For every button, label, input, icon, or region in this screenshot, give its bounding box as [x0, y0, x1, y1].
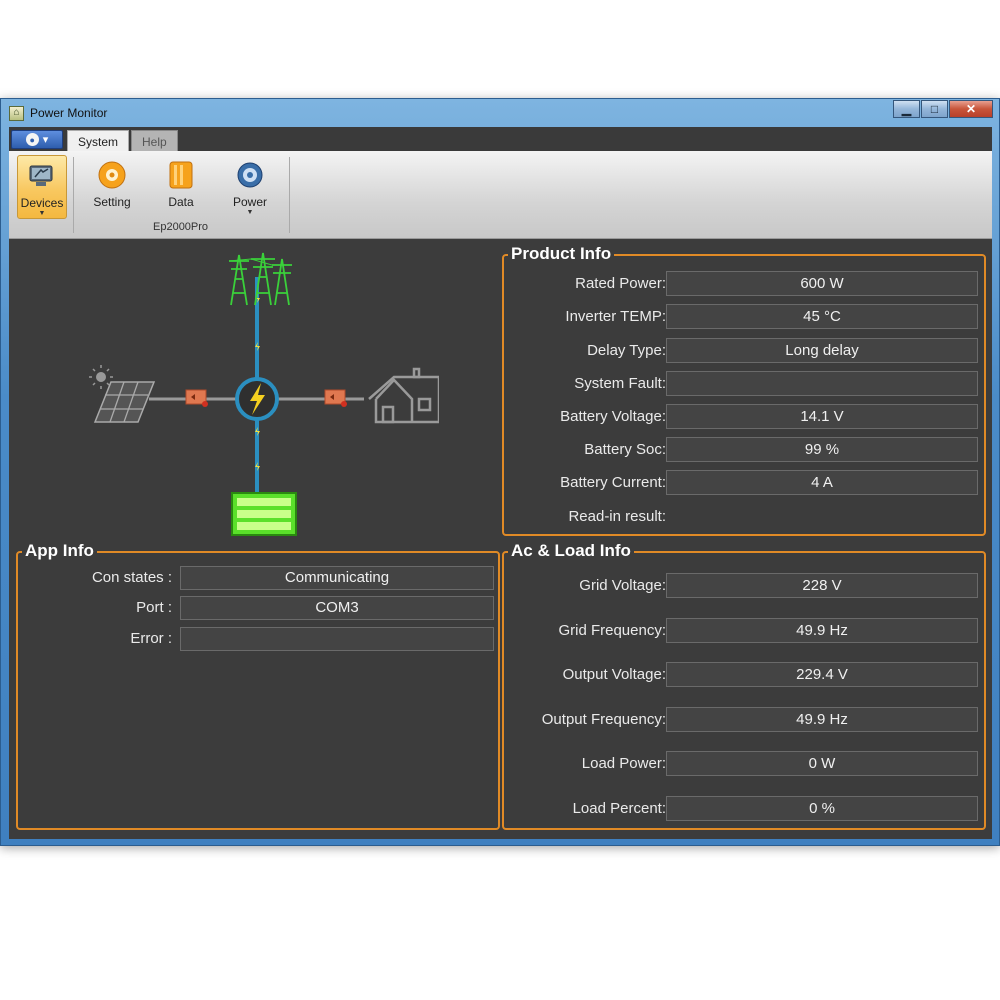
- ac-load-info-panel: Ac & Load Info Grid Voltage: 228 V Grid …: [502, 541, 986, 830]
- battery-soc-label: Battery Soc:: [584, 441, 666, 458]
- house-icon: [368, 367, 439, 424]
- gear-icon: [96, 159, 128, 191]
- tab-system[interactable]: System: [67, 130, 130, 151]
- client-area: ● ▾ System Help Devices ▼ Setting Data P…: [9, 127, 992, 839]
- read-in-result-label: Read-in result:: [568, 508, 666, 525]
- info-row: Port : COM3: [18, 596, 498, 620]
- data-button[interactable]: Data: [156, 155, 206, 219]
- con-states-label: Con states :: [91, 569, 172, 586]
- error-value: [180, 627, 494, 651]
- info-row: Rated Power: 600 W: [504, 271, 984, 296]
- devices-caret-icon: ▼: [38, 210, 46, 217]
- info-row: Read-in result:: [504, 504, 984, 529]
- info-row: Battery Soc: 99 %: [504, 437, 984, 462]
- battery-soc-value: 99 %: [666, 437, 978, 462]
- info-row: Grid Frequency: 49.9 Hz: [504, 618, 984, 643]
- app-window: ⌂ Power Monitor ▁ □ ✕ ● ▾ System Help De…: [0, 98, 1000, 846]
- app-info-title: App Info: [22, 541, 97, 561]
- app-menu-icon: ●: [25, 133, 39, 146]
- load-power-label: Load Power:: [581, 755, 666, 772]
- port-value: COM3: [180, 596, 494, 620]
- power-tower-icon: [228, 252, 292, 306]
- output-voltage-label: Output Voltage:: [562, 666, 666, 683]
- ac-load-info-title: Ac & Load Info: [508, 541, 634, 561]
- maximize-button[interactable]: □: [921, 100, 948, 118]
- battery-voltage-value: 14.1 V: [666, 404, 978, 429]
- output-voltage-value: 229.4 V: [666, 662, 978, 687]
- info-row: System Fault:: [504, 371, 984, 396]
- battery-icon: [231, 492, 297, 536]
- rated-power-label: Rated Power:: [575, 275, 666, 292]
- product-info-panel: Product Info Rated Power: 600 W Inverter…: [502, 244, 986, 536]
- close-button[interactable]: ✕: [949, 100, 993, 118]
- power-label: Power: [232, 195, 267, 209]
- load-percent-value: 0 %: [666, 796, 978, 821]
- battery-current-label: Battery Current:: [560, 474, 666, 491]
- load-percent-label: Load Percent:: [572, 800, 666, 817]
- ribbon-separator: [73, 157, 74, 233]
- delay-type-value: Long delay: [666, 338, 978, 363]
- product-info-title: Product Info: [508, 244, 615, 264]
- con-states-value: Communicating: [180, 566, 494, 590]
- ribbon-separator: [289, 157, 290, 233]
- info-row: Battery Voltage: 14.1 V: [504, 404, 984, 429]
- delay-type-label: Delay Type:: [587, 342, 666, 359]
- info-row: Battery Current: 4 A: [504, 470, 984, 495]
- rated-power-value: 600 W: [666, 271, 978, 296]
- grid-voltage-value: 228 V: [666, 573, 978, 598]
- setting-label: Setting: [93, 195, 131, 209]
- controller-icon: [185, 389, 208, 407]
- devices-label: Devices: [20, 196, 64, 210]
- setting-button[interactable]: Setting: [87, 155, 137, 219]
- info-row: Output Voltage: 229.4 V: [504, 662, 984, 687]
- power-gear-icon: [234, 159, 266, 191]
- data-label: Data: [168, 195, 194, 209]
- solar-panel-icon: [89, 365, 156, 423]
- info-row: Load Percent: 0 %: [504, 796, 984, 821]
- grid-frequency-label: Grid Frequency:: [558, 622, 666, 639]
- ribbon-tabs: ● ▾ System Help: [9, 127, 992, 151]
- info-row: Output Frequency: 49.9 Hz: [504, 707, 984, 732]
- power-button[interactable]: Power ▼: [225, 155, 275, 219]
- system-fault-value: [666, 371, 978, 396]
- inverter-temp-label: Inverter TEMP:: [565, 308, 666, 325]
- window-controls: ▁ □ ✕: [892, 100, 993, 118]
- info-row: Delay Type: Long delay: [504, 338, 984, 363]
- info-row: Error :: [18, 627, 498, 651]
- battery-current-value: 4 A: [666, 470, 978, 495]
- output-frequency-value: 49.9 Hz: [666, 707, 978, 732]
- ribbon-group-label: Ep2000Pro: [153, 221, 209, 233]
- controller-icon: [324, 389, 347, 407]
- minimize-button[interactable]: ▁: [893, 100, 920, 118]
- inverter-temp-value: 45 °C: [666, 304, 978, 329]
- devices-button[interactable]: Devices ▼: [17, 155, 67, 219]
- error-label: Error :: [130, 630, 172, 647]
- info-row: Inverter TEMP: 45 °C: [504, 304, 984, 329]
- info-row: Grid Voltage: 228 V: [504, 573, 984, 598]
- grid-voltage-label: Grid Voltage:: [579, 577, 666, 594]
- app-icon: ⌂: [9, 105, 24, 121]
- inverter-lightning-icon: [235, 377, 279, 421]
- ribbon-toolbar: Devices ▼ Setting Data Power ▼ Ep2000Pro: [9, 151, 992, 239]
- load-power-value: 0 W: [666, 751, 978, 776]
- title-bar: ⌂ Power Monitor ▁ □ ✕: [1, 99, 999, 127]
- port-label: Port :: [136, 599, 172, 616]
- devices-icon: [26, 160, 58, 192]
- info-row: Con states : Communicating: [18, 566, 498, 590]
- app-menu-button[interactable]: ● ▾: [11, 130, 63, 149]
- data-icon: [165, 159, 197, 191]
- energy-flow-diagram: [89, 252, 439, 536]
- app-menu-caret: ▾: [42, 134, 49, 146]
- window-title: Power Monitor: [30, 106, 108, 120]
- info-row: Load Power: 0 W: [504, 751, 984, 776]
- system-fault-label: System Fault:: [574, 375, 666, 392]
- grid-frequency-value: 49.9 Hz: [666, 618, 978, 643]
- battery-voltage-label: Battery Voltage:: [560, 408, 666, 425]
- output-frequency-label: Output Frequency:: [541, 711, 666, 728]
- power-caret-icon: ▼: [246, 209, 254, 216]
- app-info-panel: App Info Con states : Communicating Port…: [16, 541, 500, 830]
- tab-help[interactable]: Help: [131, 130, 178, 151]
